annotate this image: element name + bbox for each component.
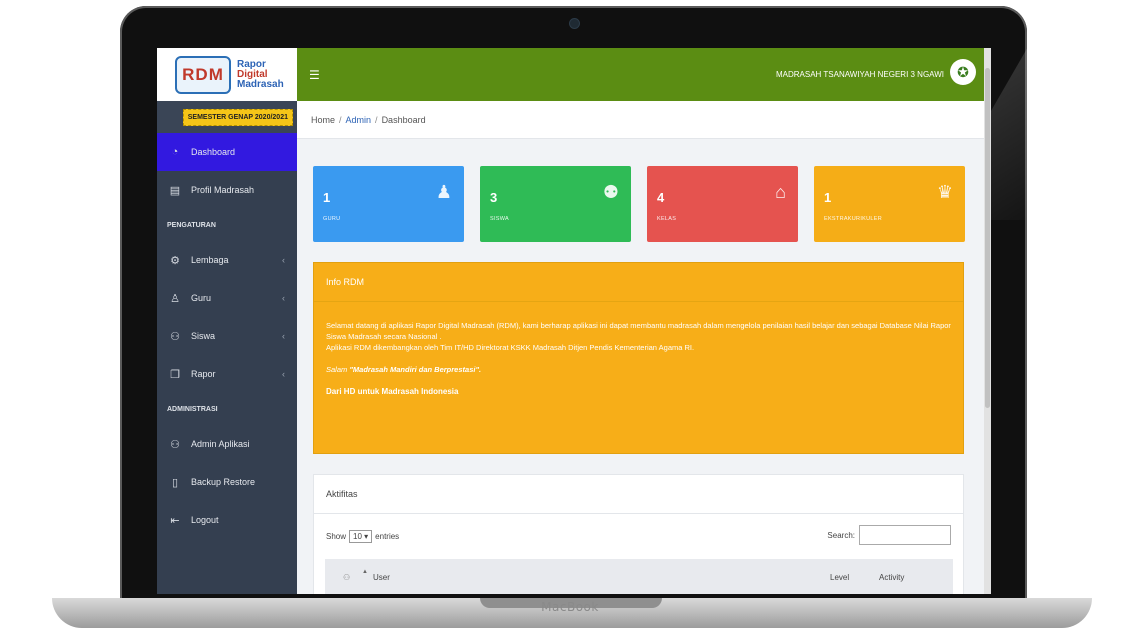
institution-name[interactable]: MADRASAH TSANAWIYAH NEGERI 3 NGAWI [776,70,944,79]
chevron-left-icon: ‹ [282,293,285,303]
info-salam: Salam "Madrasah Mandiri dan Berprestasi"… [326,364,951,375]
info-panel: Info RDM Selamat datang di aplikasi Rapo… [313,262,964,454]
sidebar-item-lembaga[interactable]: ⚙ Lembaga ‹ [157,241,297,279]
app-name-line1: Rapor [237,58,266,70]
activity-panel: Aktifitas Show 10 ▾ entries Search: ⚇ ▲ … [313,474,964,594]
sidebar-item-guru[interactable]: ♙ Guru ‹ [157,279,297,317]
users-icon: ⚇ [170,438,180,451]
breadcrumb-current: Dashboard [381,114,426,125]
cogs-icon: ⚙ [170,254,180,267]
stat-value: 4 [657,190,665,205]
breadcrumb-separator: / [339,114,342,125]
sidebar-item-label: Logout [191,515,219,525]
info-signature: Dari HD untuk Madrasah Indonesia [326,387,459,396]
chevron-left-icon: ‹ [282,331,285,341]
stat-value: 3 [490,190,498,205]
sidebar-item-label: Backup Restore [191,477,256,487]
scrollbar[interactable] [984,48,991,594]
semester-wrap: SEMESTER GENAP 2020/2021 [157,101,297,133]
sidebar: RDM Rapor Digital Madrasah SEMESTER GENA… [157,48,297,594]
sidebar-item-backup-restore[interactable]: ▯ Backup Restore [157,463,297,501]
camera-icon [569,18,580,29]
screen: RDM Rapor Digital Madrasah SEMESTER GENA… [157,48,991,594]
search-label: Search: [827,530,855,540]
app-name-line2: Digital [237,68,268,80]
users-icon: ⚇ [343,573,351,582]
search-input[interactable] [859,525,951,545]
breadcrumb: Home / Admin / Dashboard [297,101,984,139]
sidebar-item-label: Guru [191,293,212,303]
sidebar-item-dashboard[interactable]: ◔ Dashboard [157,133,297,171]
chevron-left-icon: ‹ [282,369,285,379]
logout-icon: ⇤ [170,514,180,527]
salam-motto: "Madrasah Mandiri dan Berprestasi". [349,365,482,374]
salam-prefix: Salam [326,365,348,374]
hamburger-menu-icon[interactable]: ☰ [309,68,320,82]
info-panel-title: Info RDM [314,263,963,302]
chevron-left-icon: ‹ [282,255,285,265]
document-icon: ❐ [170,368,180,381]
breadcrumb-admin[interactable]: Admin [346,115,372,125]
info-panel-body: Selamat datang di aplikasi Rapor Digital… [314,302,963,397]
user-icon: ♟ [435,182,452,202]
sidebar-item-profil-madrasah[interactable]: ▤ Profil Madrasah [157,171,297,209]
semester-badge[interactable]: SEMESTER GENAP 2020/2021 [182,108,293,126]
laptop-brand-label: MacBook [541,600,599,614]
sort-asc-icon[interactable]: ▲ [362,569,368,575]
sidebar-item-logout[interactable]: ⇤ Logout [157,501,297,539]
stat-card-guru[interactable]: 1 GURU ♟ [313,166,464,242]
column-level[interactable]: Level [830,573,849,582]
stat-value: 1 [323,190,331,205]
stat-cards: 1 GURU ♟ 3 SISWA ⚉ 4 KELAS ⌂ 1 EKSTRAKUR… [313,166,965,242]
users-icon: ⚉ [602,182,619,202]
stat-label: EKSTRAKURIKULER [824,216,882,222]
sidebar-item-siswa[interactable]: ⚇ Siswa ‹ [157,317,297,355]
bank-icon: ⌂ [775,182,786,202]
entries-control: Show 10 ▾ entries [326,530,399,543]
stat-label: SISWA [490,216,510,222]
users-icon: ⚇ [170,330,180,343]
stat-label: GURU [323,216,341,222]
sidebar-item-label: Profil Madrasah [191,185,255,195]
trophy-icon: ♛ [936,182,953,202]
activity-panel-title: Aktifitas [314,475,963,514]
app-logo: RDM [175,55,231,94]
sidebar-item-label: Rapor [191,369,216,379]
section-header-admin: ADMINISTRASI [167,405,218,413]
table-header: ⚇ ▲ User Level Activity [325,559,953,594]
column-activity[interactable]: Activity [879,573,904,582]
scrollbar-thumb[interactable] [985,68,990,408]
dashboard-icon: ◔ [171,146,179,158]
entries-select[interactable]: 10 ▾ [349,530,373,543]
stat-card-ekstrakurikuler[interactable]: 1 EKSTRAKURIKULER ♛ [814,166,965,242]
entries-label: entries [375,532,400,541]
sidebar-item-admin-aplikasi[interactable]: ⚇ Admin Aplikasi [157,425,297,463]
stat-value: 1 [824,190,832,205]
info-paragraph-2: Aplikasi RDM dikembangkan oleh Tim IT/HD… [326,343,695,352]
breadcrumb-home[interactable]: Home [311,115,335,125]
app-name-line3: Madrasah [237,78,284,90]
show-label: Show [326,532,347,541]
stat-card-kelas[interactable]: 4 KELAS ⌂ [647,166,798,242]
sidebar-item-rapor[interactable]: ❐ Rapor ‹ [157,355,297,393]
section-header-settings: PENGATURAN [167,221,216,229]
sidebar-item-label: Dashboard [191,147,236,157]
stat-card-siswa[interactable]: 3 SISWA ⚉ [480,166,631,242]
breadcrumb-separator: / [375,114,378,125]
building-icon: ▤ [169,184,181,197]
column-user[interactable]: User [373,573,390,582]
top-navbar: ☰ MADRASAH TSANAWIYAH NEGERI 3 NGAWI ✪ [297,48,984,101]
app-name: Rapor Digital Madrasah [237,58,284,90]
sidebar-item-label: Admin Aplikasi [191,439,250,449]
info-paragraph-1: Selamat datang di aplikasi Rapor Digital… [326,321,951,341]
search-control: Search: [827,525,951,545]
stat-label: KELAS [657,216,677,222]
sidebar-item-label: Siswa [191,331,216,341]
brand[interactable]: RDM Rapor Digital Madrasah [157,48,297,101]
file-icon: ▯ [171,476,179,489]
sidebar-item-label: Lembaga [191,255,229,265]
table-controls: Show 10 ▾ entries Search: [314,514,963,560]
user-icon: ♙ [170,292,180,305]
institution-logo-icon[interactable]: ✪ [950,59,976,85]
